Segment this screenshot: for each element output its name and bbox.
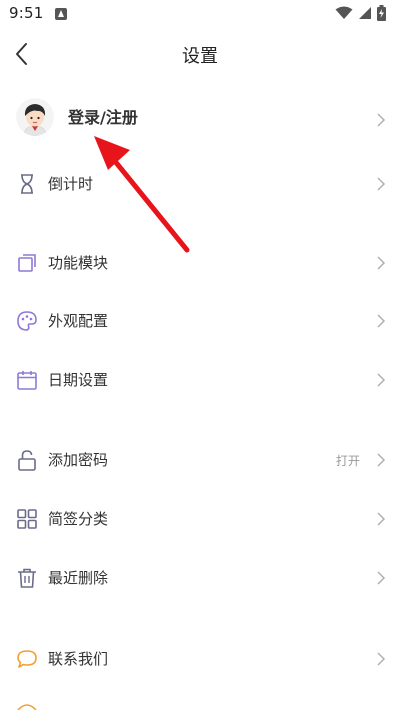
grid-icon — [17, 509, 37, 529]
notification-a-icon — [55, 8, 67, 20]
settings-screen: 9:51 设置 登录/注册 倒计时 功能模块 外观配置 日期设置 添加密码 打开… — [0, 0, 400, 710]
lock-icon — [18, 450, 36, 471]
settings-item-contact-us[interactable]: 联系我们 — [0, 630, 400, 688]
settings-item-appearance[interactable]: 外观配置 — [0, 292, 400, 350]
wifi-icon — [335, 6, 353, 19]
chevron-right-icon — [377, 571, 386, 585]
battery-charging-icon — [377, 5, 386, 21]
login-register-label: 登录/注册 — [68, 108, 138, 127]
avatar — [16, 98, 54, 136]
settings-item-label: 功能模块 — [48, 254, 109, 272]
settings-item-countdown[interactable]: 倒计时 — [0, 155, 400, 213]
chevron-right-icon — [377, 652, 386, 666]
page-title: 设置 — [182, 46, 218, 67]
login-register-row[interactable]: 登录/注册 — [0, 92, 400, 150]
chat-bubble-icon — [17, 650, 37, 668]
chevron-right-icon — [377, 113, 386, 127]
chevron-right-icon — [377, 177, 386, 191]
trash-icon — [18, 568, 36, 588]
signal-icon — [359, 7, 371, 19]
partial-row-icon — [17, 704, 37, 710]
status-icons — [335, 5, 386, 21]
status-bar: 9:51 — [0, 0, 400, 28]
settings-item-label: 联系我们 — [48, 650, 109, 668]
layers-icon — [18, 254, 36, 272]
settings-item-date-settings[interactable]: 日期设置 — [0, 351, 400, 409]
settings-item-label: 外观配置 — [48, 312, 109, 330]
settings-item-note-categories[interactable]: 简签分类 — [0, 490, 400, 548]
settings-item-add-password[interactable]: 添加密码 打开 — [0, 431, 400, 489]
chevron-right-icon — [377, 373, 386, 387]
settings-item-label: 添加密码 — [48, 451, 109, 469]
settings-item-label: 简签分类 — [48, 510, 109, 528]
settings-item-label: 最近删除 — [48, 569, 109, 587]
chevron-right-icon — [377, 453, 386, 467]
palette-icon — [17, 311, 37, 331]
settings-item-label: 倒计时 — [48, 175, 94, 193]
header: 设置 — [0, 28, 400, 80]
chevron-right-icon — [377, 256, 386, 270]
settings-item-label: 日期设置 — [48, 371, 109, 389]
hourglass-icon — [21, 174, 33, 194]
settings-item-recently-deleted[interactable]: 最近删除 — [0, 549, 400, 607]
settings-item-function-modules[interactable]: 功能模块 — [0, 234, 400, 292]
status-time: 9:51 — [9, 4, 44, 22]
calendar-icon — [17, 371, 37, 390]
password-status-value: 打开 — [335, 454, 360, 468]
chevron-right-icon — [377, 512, 386, 526]
chevron-right-icon — [377, 314, 386, 328]
